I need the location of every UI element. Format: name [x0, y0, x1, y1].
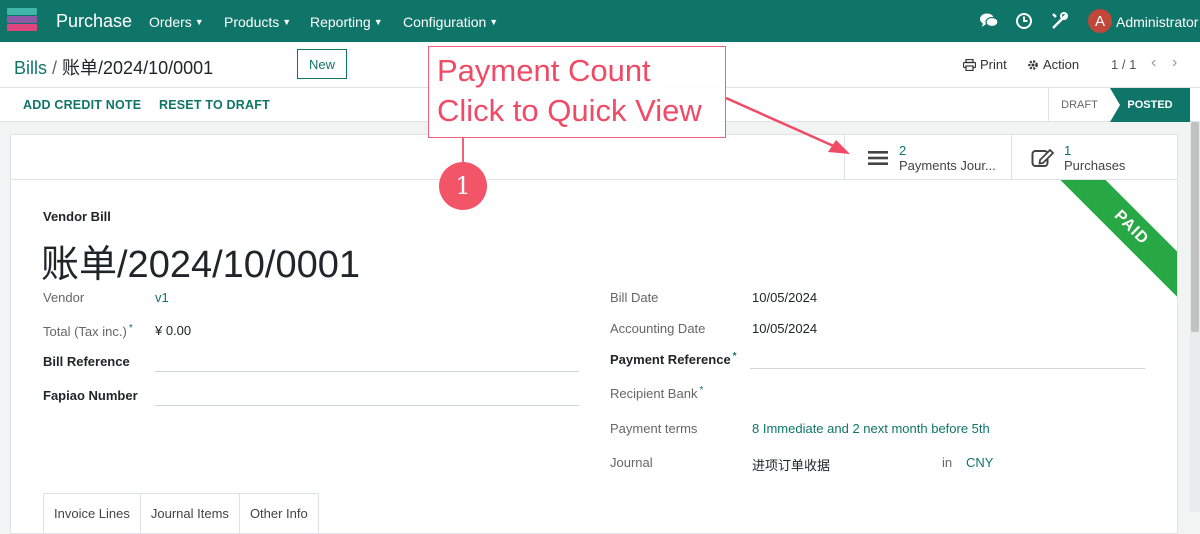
form-sheet-area: 2 Payments Jour... 1 Purchases PAID Vend… [0, 122, 1200, 534]
payment-reference-label: Payment Reference * [610, 351, 737, 367]
pager-value[interactable]: 1 / 1 [1111, 57, 1136, 72]
app-name[interactable]: Purchase [56, 11, 132, 32]
add-credit-note-button[interactable]: ADD CREDIT NOTE [23, 98, 141, 112]
activity-clock-icon[interactable] [1013, 10, 1035, 32]
total-label: Total (Tax inc.) * [43, 323, 133, 339]
discuss-icon[interactable] [978, 10, 1000, 32]
paid-ribbon: PAID [1031, 180, 1177, 330]
document-type: Vendor Bill [43, 209, 111, 224]
annotation-badge: 1 [439, 162, 487, 210]
journal-in-label: in [942, 455, 953, 470]
menu-orders[interactable]: Orders ▼ [149, 14, 204, 30]
journal-field[interactable]: 进项订单收据 [752, 455, 830, 474]
journal-currency-field[interactable]: CNY [966, 455, 993, 470]
fapiao-number-input[interactable] [155, 405, 579, 406]
breadcrumb-bills-link[interactable]: Bills [14, 58, 47, 78]
payment-terms-field[interactable]: 8 Immediate and 2 next month before 5th [752, 421, 990, 436]
accounting-date-label: Accounting Date [610, 321, 706, 336]
payments-journal-button[interactable]: 2 Payments Jour... [844, 135, 1011, 180]
ribbon-label: PAID [1034, 180, 1177, 325]
payment-terms-label: Payment terms [610, 421, 698, 436]
top-navbar: Purchase Orders ▼ Products ▼ Reporting ▼ Co… [0, 0, 1200, 42]
bill-reference-input[interactable] [155, 371, 579, 372]
fapiao-number-label: Fapiao Number [43, 388, 138, 403]
debug-tools-icon[interactable] [1049, 10, 1071, 32]
payment-reference-input[interactable] [750, 368, 1145, 369]
purchases-button[interactable]: 1 Purchases [1011, 135, 1177, 180]
reset-to-draft-button[interactable]: RESET TO DRAFT [159, 98, 270, 112]
vendor-label: Vendor [43, 290, 85, 305]
breadcrumb-current: 账单/2024/10/0001 [62, 58, 214, 78]
accounting-date-field[interactable]: 10/05/2024 [752, 321, 817, 336]
journal-label: Journal [610, 455, 653, 470]
new-button[interactable]: New [297, 49, 347, 79]
edit-icon [1030, 145, 1056, 171]
annotation-connector [462, 138, 464, 162]
smart-button-box: 2 Payments Jour... 1 Purchases [11, 135, 1177, 180]
avatar[interactable]: A [1088, 9, 1112, 33]
menu-products[interactable]: Products ▼ [224, 14, 291, 30]
annotation-callout: Payment Count Click to Quick View [428, 46, 726, 138]
vendor-field[interactable]: v1 [155, 290, 169, 305]
annotation-line-2: Click to Quick View [437, 93, 702, 128]
stage-draft[interactable]: DRAFT [1048, 88, 1110, 122]
tab-invoice-lines[interactable]: Invoice Lines [43, 493, 141, 533]
annotation-line-1: Payment Count [437, 53, 651, 88]
user-menu[interactable]: Administrator [1116, 14, 1198, 30]
pager-next-icon[interactable]: › [1172, 54, 1177, 72]
bill-date-field[interactable]: 10/05/2024 [752, 290, 817, 305]
bill-date-label: Bill Date [610, 290, 659, 305]
form-sheet: 2 Payments Jour... 1 Purchases PAID Vend… [10, 134, 1178, 534]
bill-reference-label: Bill Reference [43, 354, 130, 369]
payments-label: Payments Jour... [899, 157, 996, 173]
tab-other-info[interactable]: Other Info [238, 493, 319, 533]
menu-reporting[interactable]: Reporting ▼ [310, 14, 383, 30]
recipient-bank-label: Recipient Bank * [610, 385, 704, 401]
purchases-label: Purchases [1064, 157, 1126, 173]
gear-icon [1028, 59, 1038, 70]
scrollbar-thumb[interactable] [1191, 122, 1199, 332]
total-field: ¥ 0.00 [155, 323, 192, 338]
pager-previous-icon[interactable]: ‹ [1151, 54, 1156, 72]
menu-configuration[interactable]: Configuration ▼ [403, 14, 498, 30]
payments-count: 2 [899, 142, 907, 158]
print-icon [963, 58, 976, 71]
scrollbar[interactable] [1190, 122, 1200, 512]
print-button[interactable]: Print [963, 57, 1007, 72]
purchases-count: 1 [1064, 142, 1072, 158]
action-button[interactable]: Action [1027, 57, 1079, 72]
document-title: 账单/2024/10/0001 [41, 244, 361, 286]
list-icon [865, 145, 891, 171]
tab-journal-items[interactable]: Journal Items [139, 493, 240, 533]
apps-menu-icon[interactable] [7, 8, 37, 32]
breadcrumb: Bills / 账单/2024/10/0001 [14, 58, 214, 78]
notebook-tabs: Invoice Lines Journal Items Other Info [43, 493, 319, 533]
stage-posted[interactable]: POSTED [1110, 88, 1190, 122]
